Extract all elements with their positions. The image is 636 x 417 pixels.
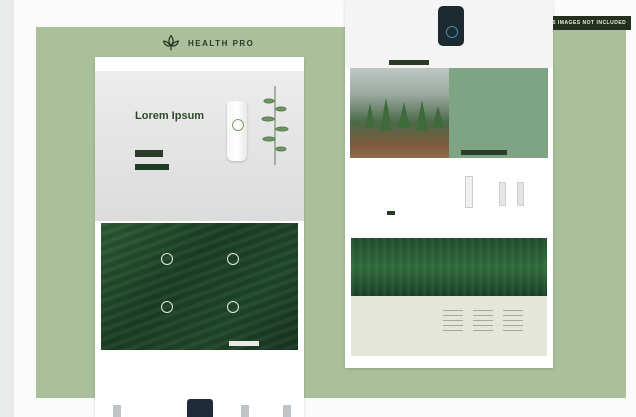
benefit-drop-icon	[213, 253, 253, 268]
product-tube-image	[465, 176, 473, 208]
mock-navbar	[95, 57, 304, 71]
benefit-sprout-icon	[147, 301, 187, 316]
images-not-included-badge: 5 IMAGES NOT INCLUDED	[548, 16, 631, 30]
benefit-leaf-icon	[147, 253, 187, 268]
mock-products-section	[95, 357, 304, 417]
mock-footer	[351, 296, 547, 356]
brand-logo: HEALTH PRO	[160, 32, 254, 54]
mock-plants-banner	[350, 68, 548, 158]
mock-hero-secondary-button	[135, 164, 169, 170]
template-preview-home[interactable]: Lorem Ipsum	[95, 57, 304, 417]
brand-name: HEALTH PRO	[188, 38, 255, 48]
mock-product-detail	[345, 158, 553, 230]
benefit-shield-icon	[213, 301, 253, 316]
potted-plants-image	[350, 68, 449, 158]
mock-greenhouse-banner	[351, 238, 547, 296]
cream-tube-image	[227, 101, 247, 161]
mock-product-header	[345, 0, 553, 68]
phone-product-image	[187, 399, 213, 417]
left-edge-bar	[0, 0, 14, 417]
mock-hero-button	[135, 150, 163, 157]
leaf-logo-icon	[162, 34, 180, 51]
mock-banner-button	[461, 150, 507, 155]
mock-benefits-section	[101, 223, 298, 350]
mock-add-to-cart-button	[387, 211, 395, 215]
mock-benefits-button	[229, 341, 259, 346]
speaker-product-image	[438, 6, 464, 46]
plants-banner-panel	[449, 68, 548, 158]
hero-title: Lorem Ipsum	[135, 110, 205, 122]
mock-hero-section: Lorem Ipsum	[95, 71, 304, 221]
mock-shop-button	[389, 60, 429, 65]
plant-image	[261, 86, 289, 165]
template-preview-shop[interactable]	[345, 0, 553, 368]
preview-frame: HEALTH PRO 5 IMAGES NOT INCLUDED Lorem I…	[0, 0, 636, 417]
